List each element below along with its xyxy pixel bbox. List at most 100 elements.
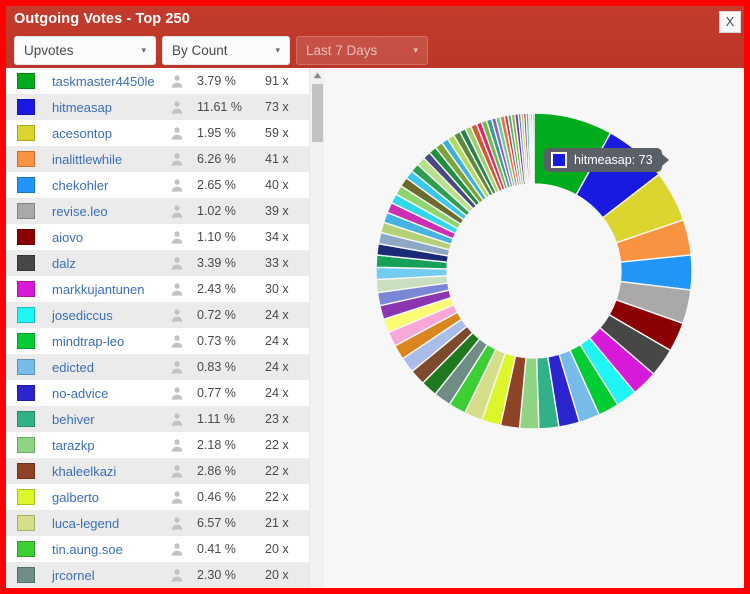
color-swatch xyxy=(17,151,35,167)
percent-value: 1.10 % xyxy=(197,230,236,244)
account-name-link[interactable]: tarazkp xyxy=(46,438,161,453)
person-icon[interactable] xyxy=(161,464,193,478)
account-name-link[interactable]: luca-legend xyxy=(46,516,161,531)
person-icon[interactable] xyxy=(161,74,193,88)
account-name-link[interactable]: jrcornel xyxy=(46,568,161,583)
count-value: 20 x xyxy=(265,568,289,582)
account-name-link[interactable]: behiver xyxy=(46,412,161,427)
count-value: 59 x xyxy=(265,126,289,140)
count-value: 23 x xyxy=(265,412,289,426)
table-row[interactable]: luca-legend 6.57 % 21 x xyxy=(6,510,309,536)
count-value: 41 x xyxy=(265,152,289,166)
table-row[interactable]: chekohler 2.65 % 40 x xyxy=(6,172,309,198)
account-name-link[interactable]: inalittlewhile xyxy=(46,152,161,167)
account-name-link[interactable]: revise.leo xyxy=(46,204,161,219)
row-color-swatch-cell xyxy=(6,224,46,250)
account-name-link[interactable]: markkujantunen xyxy=(46,282,161,297)
person-icon[interactable] xyxy=(161,230,193,244)
account-name-link[interactable]: no-advice xyxy=(46,386,161,401)
table-row[interactable]: aiovo 1.10 % 34 x xyxy=(6,224,309,250)
vote-list-scrollbar[interactable] xyxy=(309,68,324,588)
table-row[interactable]: acesontop 1.95 % 59 x xyxy=(6,120,309,146)
account-name-link[interactable]: taskmaster4450le xyxy=(46,74,161,89)
table-row[interactable]: markkujantunen 2.43 % 30 x xyxy=(6,276,309,302)
person-icon[interactable] xyxy=(161,308,193,322)
table-row[interactable]: revise.leo 1.02 % 39 x xyxy=(6,198,309,224)
account-name-link[interactable]: chekohler xyxy=(46,178,161,193)
account-name-link[interactable]: mindtrap-leo xyxy=(46,334,161,349)
table-row[interactable]: dalz 3.39 % 33 x xyxy=(6,250,309,276)
person-icon[interactable] xyxy=(161,412,193,426)
person-icon[interactable] xyxy=(161,100,193,114)
person-icon[interactable] xyxy=(161,490,193,504)
percent-value: 0.46 % xyxy=(197,490,236,504)
table-row[interactable]: khaleelkazi 2.86 % 22 x xyxy=(6,458,309,484)
person-icon[interactable] xyxy=(161,204,193,218)
table-row[interactable]: no-advice 0.77 % 24 x xyxy=(6,380,309,406)
person-icon[interactable] xyxy=(161,542,193,556)
table-row[interactable]: tin.aung.soe 0.41 % 20 x xyxy=(6,536,309,562)
table-row[interactable]: jrcornel 2.30 % 20 x xyxy=(6,562,309,588)
account-name-link[interactable]: josediccus xyxy=(46,308,161,323)
row-color-swatch-cell xyxy=(6,484,46,510)
table-row[interactable]: inalittlewhile 6.26 % 41 x xyxy=(6,146,309,172)
count-value: 22 x xyxy=(265,438,289,452)
person-icon[interactable] xyxy=(161,126,193,140)
table-row[interactable]: taskmaster4450le 3.79 % 91 x xyxy=(6,68,309,94)
count-value: 24 x xyxy=(265,386,289,400)
filter-time-range[interactable]: Last 7 Days ▾ xyxy=(296,36,428,65)
close-button[interactable]: X xyxy=(719,11,741,33)
account-name-link[interactable]: edicted xyxy=(46,360,161,375)
table-row[interactable]: josediccus 0.72 % 24 x xyxy=(6,302,309,328)
color-swatch xyxy=(17,203,35,219)
color-swatch xyxy=(17,541,35,557)
color-swatch xyxy=(17,99,35,115)
person-icon[interactable] xyxy=(161,516,193,530)
percent-value: 11.61 % xyxy=(197,100,242,114)
scroll-up-arrow-icon[interactable] xyxy=(310,68,324,82)
row-color-swatch-cell xyxy=(6,198,46,224)
row-color-swatch-cell xyxy=(6,432,46,458)
color-swatch xyxy=(17,229,35,245)
color-swatch xyxy=(17,567,35,583)
count-value: 22 x xyxy=(265,490,289,504)
count-value: 24 x xyxy=(265,360,289,374)
percent-value: 0.77 % xyxy=(197,386,236,400)
account-name-link[interactable]: galberto xyxy=(46,490,161,505)
table-row[interactable]: hitmeasap 11.61 % 73 x xyxy=(6,94,309,120)
account-name-link[interactable]: tin.aung.soe xyxy=(46,542,161,557)
percent-value: 1.95 % xyxy=(197,126,236,140)
count-value: 30 x xyxy=(265,282,289,296)
table-row[interactable]: behiver 1.11 % 23 x xyxy=(6,406,309,432)
donut-chart-svg[interactable] xyxy=(334,71,734,471)
account-name-link[interactable]: aiovo xyxy=(46,230,161,245)
count-value: 24 x xyxy=(265,334,289,348)
person-icon[interactable] xyxy=(161,256,193,270)
count-value: 40 x xyxy=(265,178,289,192)
table-row[interactable]: edicted 0.83 % 24 x xyxy=(6,354,309,380)
person-icon[interactable] xyxy=(161,282,193,296)
account-name-link[interactable]: hitmeasap xyxy=(46,100,161,115)
color-swatch xyxy=(17,333,35,349)
filter-sort-mode[interactable]: By Count ▾ xyxy=(162,36,290,65)
scrollbar-thumb[interactable] xyxy=(312,84,323,142)
person-icon[interactable] xyxy=(161,568,193,582)
person-icon[interactable] xyxy=(161,334,193,348)
donut-slice[interactable] xyxy=(531,112,535,185)
person-icon[interactable] xyxy=(161,438,193,452)
person-icon[interactable] xyxy=(161,152,193,166)
table-row[interactable]: mindtrap-leo 0.73 % 24 x xyxy=(6,328,309,354)
person-icon[interactable] xyxy=(161,178,193,192)
percent-value: 2.65 % xyxy=(197,178,236,192)
account-name-link[interactable]: khaleelkazi xyxy=(46,464,161,479)
account-name-link[interactable]: dalz xyxy=(46,256,161,271)
person-icon[interactable] xyxy=(161,360,193,374)
person-icon[interactable] xyxy=(161,386,193,400)
filter-vote-type[interactable]: Upvotes ▾ xyxy=(14,36,156,65)
donut-chart[interactable] xyxy=(334,71,734,471)
table-row[interactable]: tarazkp 2.18 % 22 x xyxy=(6,432,309,458)
account-name-link[interactable]: acesontop xyxy=(46,126,161,141)
table-row[interactable]: galberto 0.46 % 22 x xyxy=(6,484,309,510)
count-value: 34 x xyxy=(265,230,289,244)
percent-value: 0.83 % xyxy=(197,360,236,374)
